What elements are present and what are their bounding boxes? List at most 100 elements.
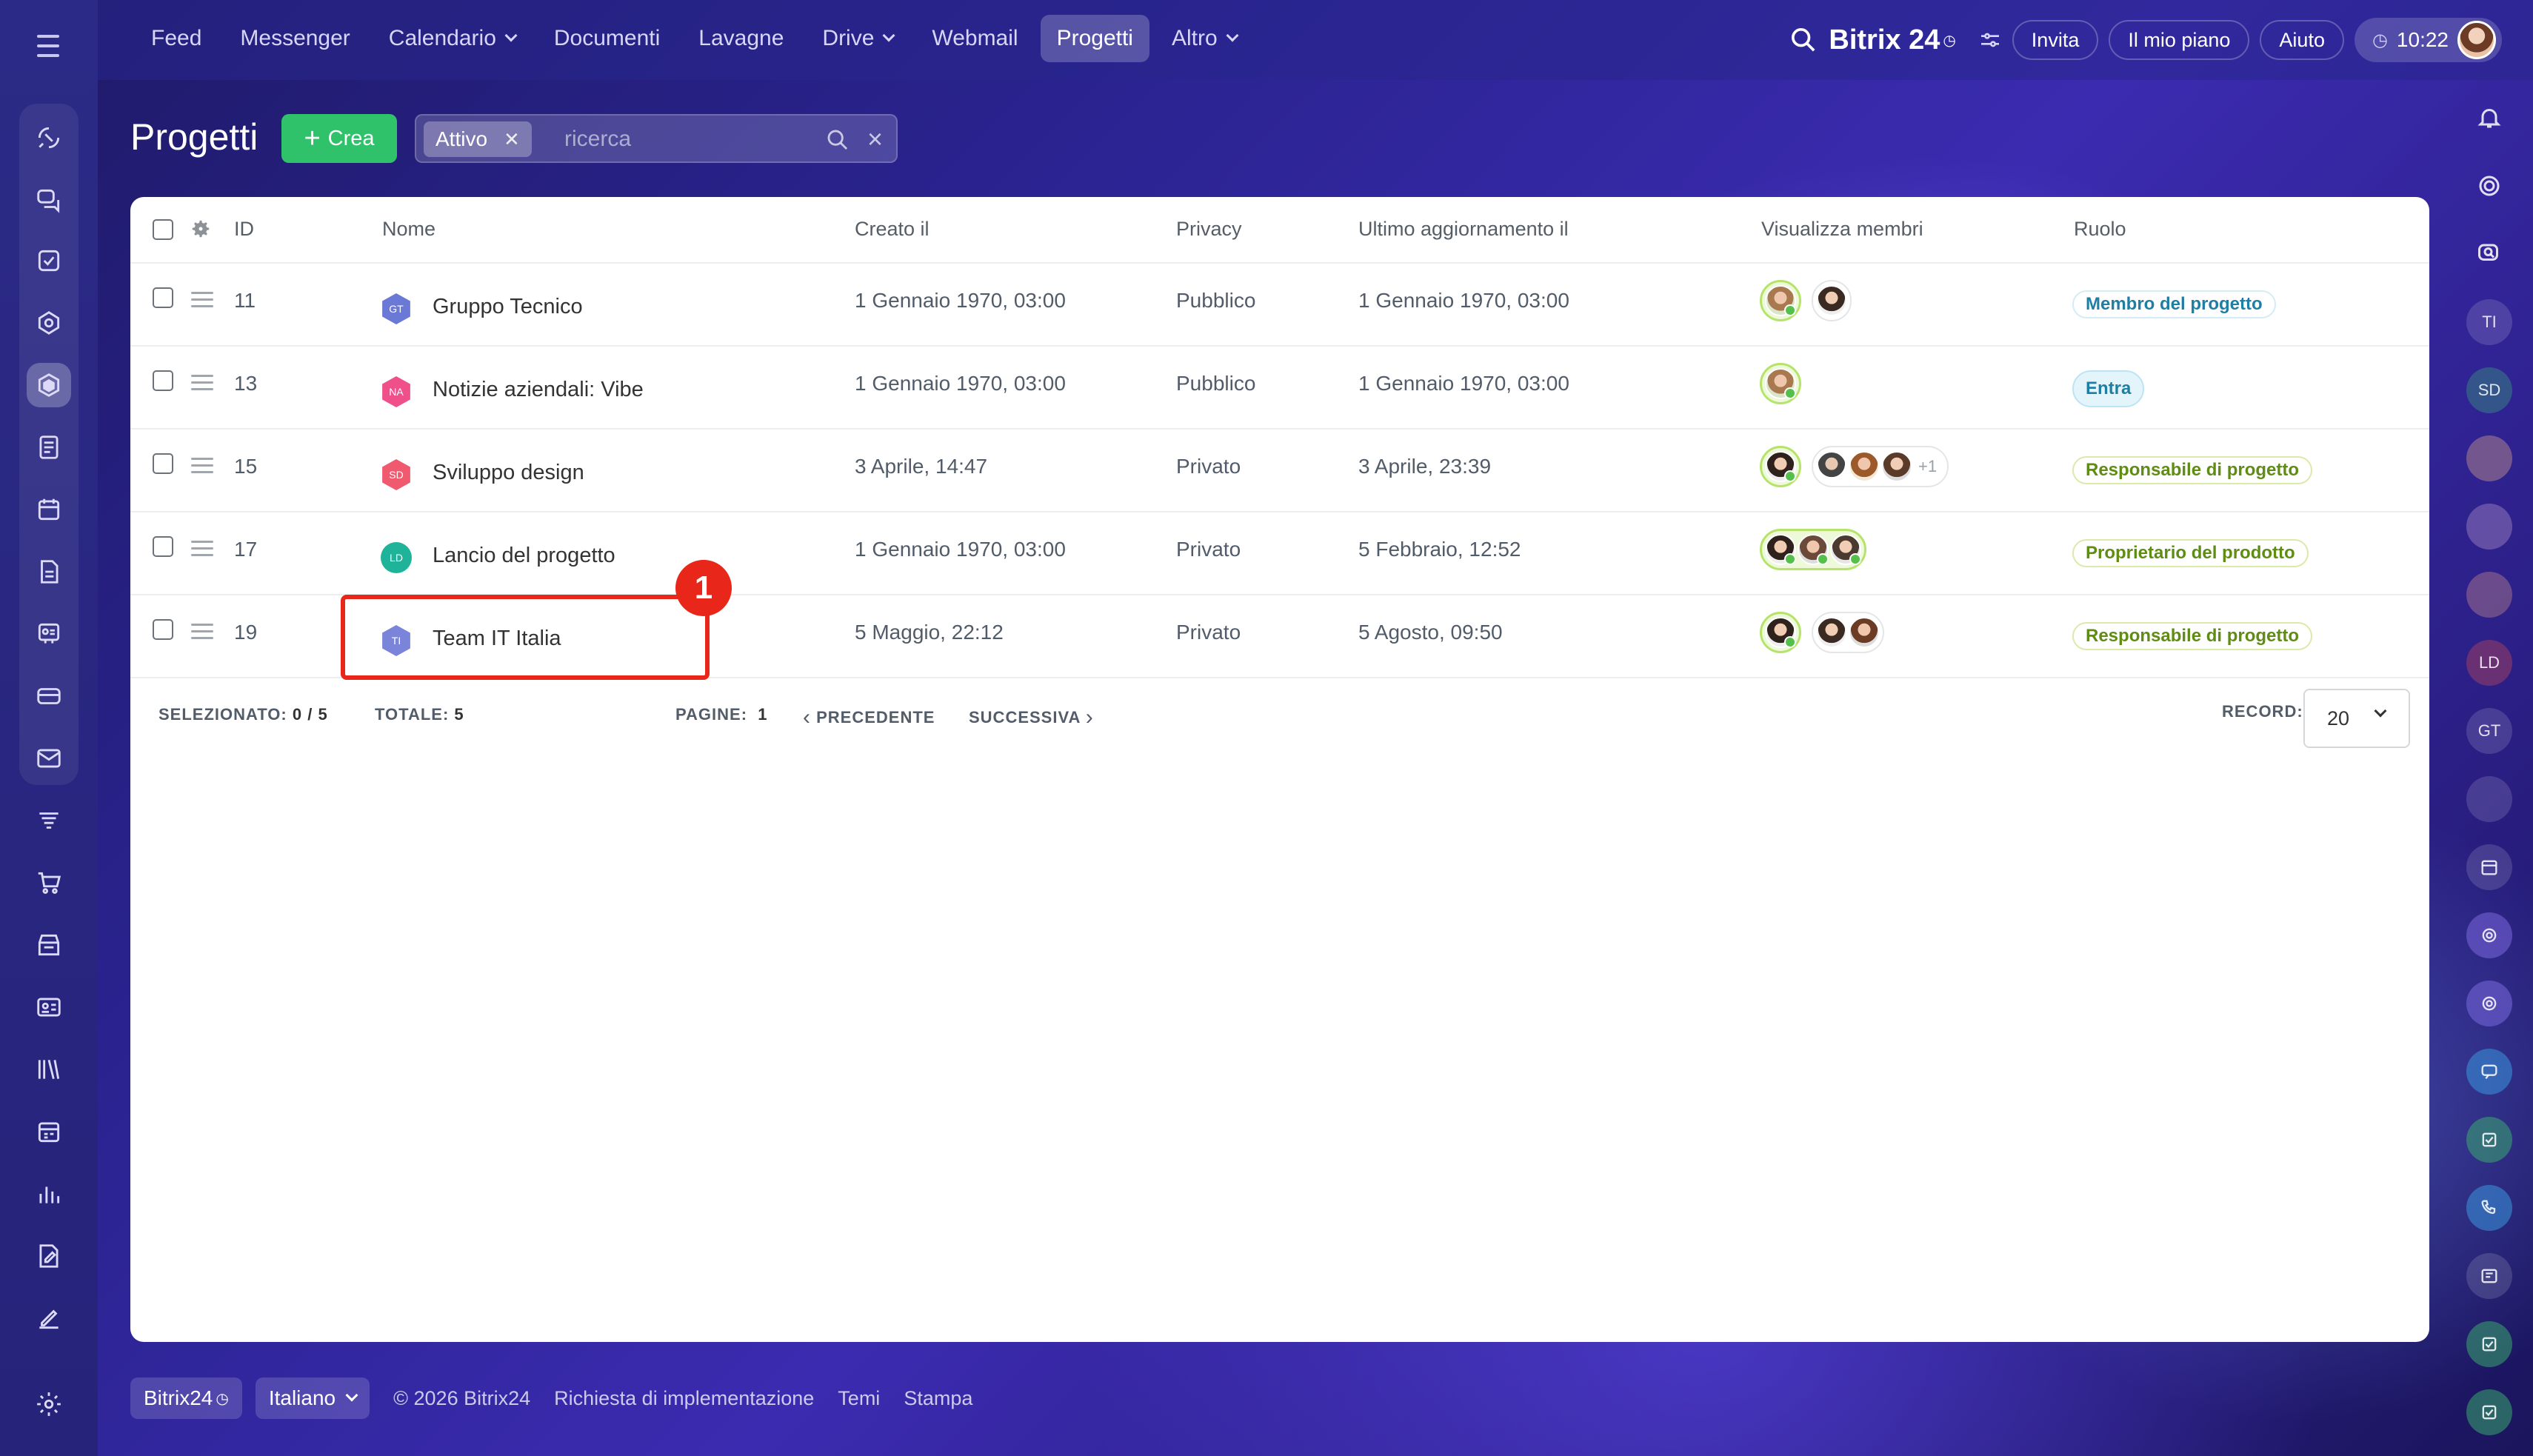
gear-icon[interactable] bbox=[190, 218, 212, 240]
chat-ld[interactable]: LD bbox=[2466, 640, 2512, 686]
project-name-link[interactable]: Lancio del progetto bbox=[433, 544, 615, 568]
table-row[interactable]: 15 SD Sviluppo design 3 Aprile, 14:47 Pr… bbox=[130, 430, 2429, 512]
nav-progetti[interactable]: Progetti bbox=[1040, 15, 1149, 62]
task-check-icon-3[interactable] bbox=[2466, 1389, 2512, 1435]
drag-handle-icon[interactable] bbox=[191, 541, 213, 561]
crm-icon[interactable] bbox=[27, 301, 71, 345]
members-owner[interactable] bbox=[1760, 446, 1801, 487]
row-checkbox[interactable] bbox=[153, 287, 173, 308]
nav-messenger[interactable]: Messenger bbox=[224, 15, 366, 62]
chat-avatar-1[interactable] bbox=[2466, 435, 2512, 481]
create-button[interactable]: + Crea bbox=[281, 114, 397, 163]
chat-sd[interactable]: SD bbox=[2466, 367, 2512, 413]
row-checkbox[interactable] bbox=[153, 619, 173, 640]
edit-doc-icon[interactable] bbox=[27, 1234, 71, 1278]
members-owner[interactable] bbox=[1760, 280, 1801, 321]
phone-icon[interactable] bbox=[2466, 1185, 2512, 1231]
calendar-chat-icon[interactable] bbox=[2466, 844, 2512, 890]
invite-button[interactable]: Invita bbox=[2012, 20, 2099, 60]
members-others[interactable]: +1 bbox=[1812, 446, 1949, 487]
chat-search-icon[interactable] bbox=[2466, 231, 2512, 277]
table-row[interactable]: 13 NA Notizie aziendali: Vibe 1 Gennaio … bbox=[130, 347, 2429, 430]
mail-icon[interactable] bbox=[27, 736, 71, 781]
table-row[interactable]: 11 GT Gruppo Tecnico 1 Gennaio 1970, 03:… bbox=[130, 264, 2429, 347]
analytics-icon[interactable] bbox=[27, 1172, 71, 1216]
settings-icon[interactable] bbox=[27, 1382, 71, 1426]
id-card-icon[interactable] bbox=[27, 985, 71, 1029]
col-role[interactable]: Ruolo bbox=[2074, 218, 2126, 241]
sliders-icon[interactable] bbox=[1978, 28, 2002, 52]
filter-tag[interactable]: Attivo ✕ bbox=[424, 121, 532, 157]
store-icon[interactable] bbox=[27, 923, 71, 967]
members-owner[interactable] bbox=[1760, 612, 1801, 653]
chat-gt[interactable]: GT bbox=[2466, 708, 2512, 754]
feed-icon[interactable] bbox=[27, 116, 71, 160]
drag-handle-icon[interactable] bbox=[191, 624, 213, 644]
col-name[interactable]: Nome bbox=[382, 218, 435, 241]
filter-icon[interactable] bbox=[27, 798, 71, 843]
nav-calendario[interactable]: Calendario bbox=[373, 15, 532, 62]
members-owner[interactable] bbox=[1760, 363, 1801, 404]
col-created[interactable]: Creato il bbox=[855, 218, 930, 241]
footer-brand-button[interactable]: Bitrix24 ◷ bbox=[130, 1377, 242, 1419]
projects-icon[interactable] bbox=[27, 363, 71, 407]
contacts-icon[interactable] bbox=[27, 612, 71, 656]
nav-documenti[interactable]: Documenti bbox=[538, 15, 676, 62]
search-icon[interactable] bbox=[825, 127, 850, 153]
news-icon[interactable] bbox=[2466, 1253, 2512, 1299]
table-row[interactable]: 17 LD Lancio del progetto 1 Gennaio 1970… bbox=[130, 512, 2429, 595]
project-name-link[interactable]: Sviluppo design bbox=[433, 461, 584, 485]
time-status[interactable]: ◷ 10:22 bbox=[2354, 18, 2502, 62]
search-filter[interactable]: Attivo ✕ × bbox=[415, 114, 898, 163]
drag-handle-icon[interactable] bbox=[191, 292, 213, 312]
join-button[interactable]: Entra bbox=[2072, 370, 2145, 407]
menu-icon[interactable] bbox=[30, 27, 68, 65]
project-name-link[interactable]: Notizie aziendali: Vibe bbox=[433, 378, 644, 402]
members-others[interactable] bbox=[1812, 280, 1852, 321]
help-button[interactable]: Aiuto bbox=[2260, 20, 2344, 60]
row-checkbox[interactable] bbox=[153, 370, 173, 391]
task-check-icon[interactable] bbox=[2466, 1117, 2512, 1163]
task-check-icon-2[interactable] bbox=[2466, 1321, 2512, 1367]
my-plan-button[interactable]: Il mio piano bbox=[2109, 20, 2250, 60]
card-icon[interactable] bbox=[27, 674, 71, 718]
search-input[interactable] bbox=[564, 121, 787, 157]
nav-altro[interactable]: Altro bbox=[1155, 15, 1253, 62]
language-select[interactable]: Italiano bbox=[255, 1377, 370, 1419]
col-updated[interactable]: Ultimo aggiornamento il bbox=[1358, 218, 1569, 241]
drag-handle-icon[interactable] bbox=[191, 375, 213, 395]
bell-icon[interactable] bbox=[2466, 95, 2512, 141]
search-icon[interactable] bbox=[1789, 25, 1818, 55]
col-members[interactable]: Visualizza membri bbox=[1761, 218, 1923, 241]
schedule-icon[interactable] bbox=[27, 1109, 71, 1154]
print-link[interactable]: Stampa bbox=[904, 1387, 972, 1410]
drag-handle-icon[interactable] bbox=[191, 458, 213, 478]
chat-avatar-3[interactable] bbox=[2466, 572, 2512, 618]
implementation-link[interactable]: Richiesta di implementazione bbox=[554, 1387, 814, 1410]
themes-link[interactable]: Temi bbox=[838, 1387, 880, 1410]
prev-page-link[interactable]: ‹ PRECEDENTE bbox=[803, 705, 935, 730]
col-id[interactable]: ID bbox=[234, 218, 254, 241]
row-checkbox[interactable] bbox=[153, 536, 173, 557]
chat-icon[interactable] bbox=[27, 178, 71, 222]
library-icon[interactable] bbox=[27, 1047, 71, 1092]
nav-lavagne[interactable]: Lavagne bbox=[682, 15, 800, 62]
members-others[interactable] bbox=[1812, 612, 1884, 653]
chat-avatar-2[interactable] bbox=[2466, 504, 2512, 550]
tasks-icon[interactable] bbox=[27, 238, 71, 283]
remove-filter-icon[interactable]: ✕ bbox=[504, 128, 520, 151]
next-page-link[interactable]: SUCCESSIVA › bbox=[969, 705, 1094, 730]
nav-drive[interactable]: Drive bbox=[806, 15, 910, 62]
nav-feed[interactable]: Feed bbox=[135, 15, 218, 62]
sign-icon[interactable] bbox=[27, 1296, 71, 1340]
col-privacy[interactable]: Privacy bbox=[1176, 218, 1242, 241]
copilot-icon[interactable] bbox=[2466, 163, 2512, 209]
nav-webmail[interactable]: Webmail bbox=[915, 15, 1034, 62]
calendar-icon[interactable] bbox=[27, 487, 71, 532]
copilot-chat-icon-2[interactable] bbox=[2466, 981, 2512, 1026]
cart-icon[interactable] bbox=[27, 861, 71, 905]
row-checkbox[interactable] bbox=[153, 453, 173, 474]
record-per-page-select[interactable]: 20 bbox=[2303, 689, 2410, 748]
members-owner[interactable] bbox=[1760, 529, 1866, 570]
project-name-link[interactable]: Gruppo Tecnico bbox=[433, 295, 583, 319]
